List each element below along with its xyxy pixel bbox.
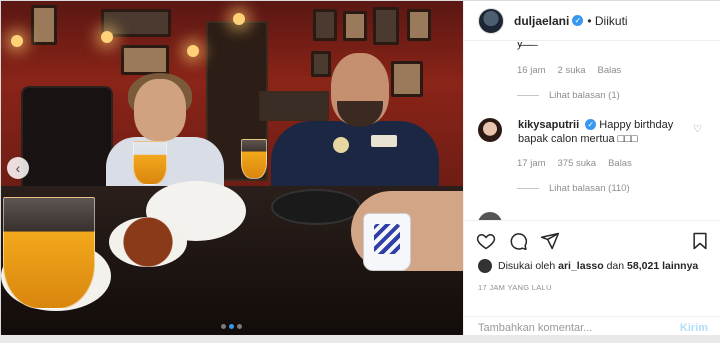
reply-button[interactable]: Balas [608, 158, 632, 169]
likes-summary: Disukai oleh ari_lasso dan 58,021 lainny… [478, 259, 698, 273]
liker-avatar [478, 259, 492, 273]
post-timestamp[interactable]: 17 JAM YANG LALU [478, 283, 552, 292]
carousel-dot [221, 324, 226, 329]
chevron-left-icon[interactable]: ‹ [7, 157, 29, 179]
truncated-comment-text: y̶ ̶ ̶ ̶ ̶ [517, 42, 535, 50]
comment-likes[interactable]: 375 suka [558, 158, 597, 169]
mug [363, 213, 411, 271]
post-actions: Disukai oleh ari_lasso dan 58,021 lainny… [464, 220, 720, 316]
view-replies-label[interactable]: Lihat balasan (1) [549, 90, 620, 101]
commenter-avatar[interactable] [478, 118, 502, 142]
bookmark-icon[interactable] [690, 231, 710, 251]
verified-icon: ✓ [585, 119, 597, 130]
instagram-post-modal: ‹ duljaelani ✓ • Diikuti y̶ ̶ ̶ ̶ ̶ 16 j… [0, 0, 720, 335]
view-replies[interactable]: Lihat balasan (1) [517, 90, 620, 101]
liked-user[interactable]: ari_lasso [558, 260, 604, 272]
liked-prefix: Disukai oleh [498, 260, 556, 272]
share-icon[interactable] [540, 231, 560, 251]
comment-likes[interactable]: 2 suka [558, 65, 586, 76]
carousel-dot-active [229, 324, 234, 329]
comment-time: 17 jam [517, 158, 546, 169]
liked-count[interactable]: 58,021 lainnya [627, 260, 698, 272]
commenter-avatar[interactable] [478, 212, 502, 220]
comment-item-partial [478, 212, 502, 220]
follow-status[interactable]: • Diikuti [587, 14, 627, 28]
commenter-username[interactable]: kikysaputrii [518, 119, 579, 131]
verified-icon: ✓ [572, 15, 584, 26]
heart-icon[interactable] [476, 231, 496, 251]
comment-meta: 16 jam 2 suka Balas [517, 65, 621, 76]
comment-item: kikysaputrii ✓ Happy birthday bapak calo… [478, 118, 688, 146]
comment-icon[interactable] [508, 231, 528, 251]
comment-input[interactable] [478, 322, 680, 334]
view-replies[interactable]: Lihat balasan (110) [517, 183, 630, 194]
comment-composer: Kirim [464, 316, 720, 335]
comment-like-heart-icon[interactable]: ♡ [693, 124, 702, 135]
view-replies-label[interactable]: Lihat balasan (110) [549, 183, 630, 194]
comment-meta: 17 jam 375 suka Balas [517, 158, 632, 169]
carousel-indicator [221, 324, 242, 329]
comment-time: 16 jam [517, 65, 546, 76]
post-sidebar: duljaelani ✓ • Diikuti y̶ ̶ ̶ ̶ ̶ 16 jam… [463, 1, 720, 335]
author-avatar[interactable] [478, 7, 504, 34]
author-username[interactable]: duljaelani [514, 14, 569, 28]
comments-list[interactable]: y̶ ̶ ̶ ̶ ̶ 16 jam 2 suka Balas Lihat bal… [464, 42, 720, 220]
reply-button[interactable]: Balas [598, 65, 622, 76]
send-button[interactable]: Kirim [680, 322, 708, 334]
post-photo[interactable]: ‹ [1, 1, 463, 335]
post-header: duljaelani ✓ • Diikuti [464, 1, 720, 41]
carousel-dot [237, 324, 242, 329]
liked-join: dan [606, 260, 625, 272]
